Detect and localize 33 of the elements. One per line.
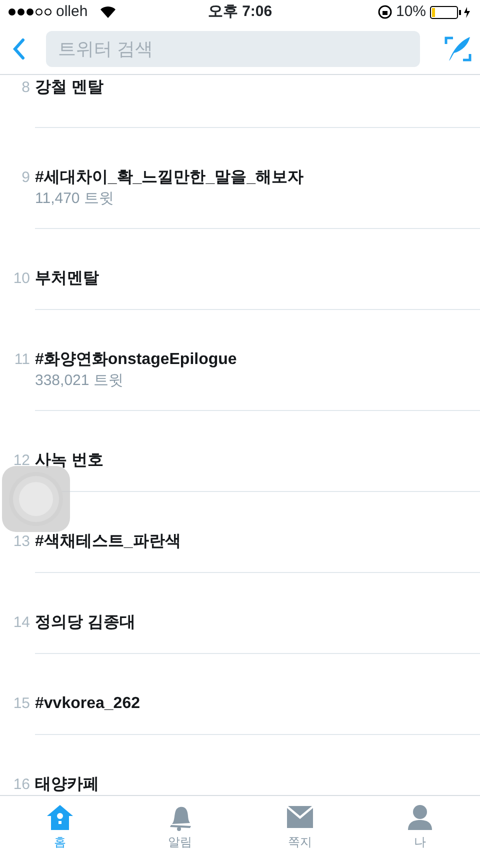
rank-number: 12 — [12, 451, 30, 471]
signal-icon — [8, 8, 52, 16]
rank-number: 13 — [12, 532, 30, 552]
search-field[interactable]: 트위터 검색 — [46, 31, 420, 67]
trend-title[interactable]: #화양연화onstageEpilogue — [35, 349, 237, 371]
rank-number: 14 — [12, 613, 30, 633]
clock-time: 오후 7:06 — [208, 2, 272, 22]
compose-button[interactable] — [444, 35, 472, 63]
rank-number: 8 — [20, 78, 30, 98]
carrier-name: olleh — [56, 2, 88, 22]
trend-title[interactable]: #세대차이_확_느낄만한_말을_해보자 — [35, 167, 304, 189]
mail-icon — [286, 804, 314, 831]
trend-title[interactable]: #vvkorea_262 — [35, 693, 140, 715]
tweet-count: 11,470 트윗 — [35, 189, 115, 209]
rank-number: 15 — [12, 694, 30, 714]
trend-title[interactable]: #색채테스트_파란색 — [35, 531, 181, 553]
person-icon — [406, 804, 434, 831]
rank-number: 9 — [20, 168, 30, 188]
battery-percent: 10% — [396, 2, 426, 22]
assistive-touch-button[interactable] — [2, 466, 70, 532]
rank-number: 11 — [13, 350, 30, 370]
rank-number: 16 — [12, 775, 30, 795]
trend-title[interactable]: 정의당 김종대 — [35, 612, 136, 634]
trend-title[interactable]: 강철 멘탈 — [35, 77, 104, 99]
rank-number: 10 — [12, 269, 30, 289]
trend-title[interactable]: 태양카페 — [35, 774, 99, 795]
home-icon — [46, 804, 74, 831]
tweet-count: 338,021 트윗 — [35, 371, 124, 391]
rotation-lock-icon — [378, 5, 392, 19]
wifi-icon — [100, 6, 116, 18]
trend-title[interactable]: 사녹 번호 — [35, 450, 104, 472]
trend-title[interactable]: 부처멘탈 — [35, 268, 99, 290]
battery-icon — [430, 6, 472, 18]
